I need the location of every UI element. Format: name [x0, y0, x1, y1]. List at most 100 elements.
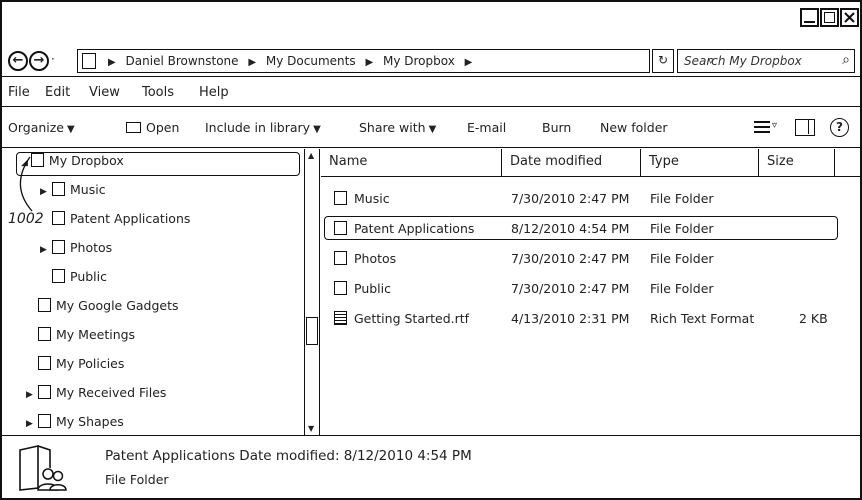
preview-pane-icon[interactable] [795, 119, 815, 136]
expand-arrow-icon[interactable]: ▶ [26, 390, 38, 400]
file-row[interactable]: Photos 7/30/2010 2:47 PM File Folder [321, 245, 860, 271]
forward-button[interactable]: → [29, 51, 49, 71]
folder-icon [82, 53, 96, 69]
file-type: File Folder [650, 191, 714, 206]
close-button[interactable] [840, 8, 859, 27]
file-type: File Folder [650, 281, 714, 296]
address-bar[interactable]: ▶ Daniel Brownstone ▶ My Documents ▶ My … [77, 49, 714, 73]
recent-pages-dropdown[interactable]: · [51, 52, 55, 66]
tree-item-my-received-files[interactable]: ▶ My Received Files [26, 385, 166, 411]
breadcrumb-separator-icon: ▶ [248, 57, 257, 68]
forward-arrow-icon: → [33, 53, 45, 68]
chevron-down-icon: ▼ [67, 124, 75, 135]
organize-label: Organize [8, 120, 64, 135]
share-label: Share with [359, 120, 426, 135]
column-header-type[interactable]: Type [641, 149, 759, 177]
folder-icon [334, 191, 347, 206]
file-name: Getting Started.rtf [354, 311, 470, 326]
include-in-library-button[interactable]: Include in library ▼ [205, 120, 321, 135]
close-icon [844, 12, 855, 23]
file-date: 8/12/2010 4:54 PM [511, 221, 630, 236]
column-header-name[interactable]: Name [321, 149, 502, 177]
scroll-up-icon[interactable]: ▲ [308, 151, 314, 160]
file-date: 7/30/2010 2:47 PM [511, 191, 630, 206]
tree-item-my-google-gadgets[interactable]: My Google Gadgets [38, 298, 179, 324]
folder-icon [334, 221, 347, 236]
folder-icon [52, 240, 65, 254]
minimize-button[interactable] [800, 8, 819, 27]
breadcrumb-item[interactable]: My Documents [266, 54, 356, 68]
tree-item-label: Public [70, 269, 107, 284]
tree-item-label: My Meetings [56, 327, 136, 342]
scroll-thumb[interactable] [306, 317, 318, 345]
tree-item-patent-applications[interactable]: Patent Applications [52, 211, 190, 237]
file-row[interactable]: Getting Started.rtf 4/13/2010 2:31 PM Ri… [321, 305, 860, 331]
view-options-icon[interactable] [754, 121, 770, 135]
folder-icon [334, 281, 347, 296]
help-icon[interactable]: ? [830, 118, 849, 137]
new-folder-button[interactable]: New folder [600, 120, 668, 135]
column-header-size[interactable]: Size [759, 149, 835, 177]
menu-bar: File Edit View Tools Help [2, 79, 860, 107]
folder-icon [52, 269, 65, 283]
refresh-icon: ↻ [657, 53, 669, 67]
search-placeholder: Search My Dropbox [684, 54, 802, 68]
folder-icon [334, 251, 347, 266]
tree-item-label: My Policies [56, 356, 125, 371]
command-toolbar: Organize ▼ Open Include in library ▼ Share… [2, 108, 860, 148]
open-label: Open [146, 120, 180, 135]
scroll-down-icon[interactable]: ▼ [308, 424, 314, 433]
breadcrumb-item[interactable]: My Dropbox [383, 54, 455, 68]
expand-arrow-icon[interactable]: ▶ [40, 245, 52, 255]
email-button[interactable]: E-mail [467, 120, 506, 135]
title-bar [2, 2, 860, 42]
menu-file[interactable]: File [8, 85, 30, 100]
file-row[interactable]: Music 7/30/2010 2:47 PM File Folder [321, 185, 860, 211]
breadcrumb-separator-icon: ▶ [464, 57, 473, 68]
file-name: Photos [354, 251, 397, 266]
tree-item-label: My Google Gadgets [56, 298, 179, 313]
tree-item-my-meetings[interactable]: My Meetings [38, 327, 135, 353]
menu-edit[interactable]: Edit [45, 85, 70, 100]
chevron-down-icon[interactable]: ▿ [772, 120, 777, 131]
open-button[interactable]: Open [126, 120, 179, 135]
expand-arrow-icon[interactable]: ▶ [26, 419, 38, 429]
refresh-button[interactable]: ↻ [652, 49, 674, 73]
share-with-button[interactable]: Share with ▼ [359, 120, 436, 135]
tree-item-public[interactable]: Public [52, 269, 107, 295]
file-date: 7/30/2010 2:47 PM [511, 281, 630, 296]
document-icon [334, 311, 347, 326]
tree-item-label: Music [70, 182, 106, 197]
folder-icon [38, 298, 51, 312]
tree-item-photos[interactable]: ▶ Photos [40, 240, 112, 266]
file-name: Patent Applications [354, 221, 475, 236]
back-button[interactable]: ← [8, 51, 28, 71]
file-date: 7/30/2010 2:47 PM [511, 251, 630, 266]
menu-view[interactable]: View [89, 85, 120, 100]
column-header-date[interactable]: Date modified [502, 149, 641, 177]
tree-item-label: Patent Applications [70, 211, 191, 226]
folder-icon [38, 414, 51, 428]
tree-item-my-policies[interactable]: My Policies [38, 356, 124, 382]
chevron-down-icon: ▼ [428, 124, 437, 135]
organize-button[interactable]: Organize ▼ [8, 120, 75, 135]
menu-tools[interactable]: Tools [142, 85, 174, 100]
breadcrumb-item[interactable]: Daniel Brownstone [126, 54, 239, 68]
file-list-pane: Name Date modified Type Size Music 7/30/… [321, 149, 860, 435]
breadcrumb: ▶ Daniel Brownstone ▶ My Documents ▶ My … [102, 54, 478, 68]
magnifier-icon[interactable]: ⌕ [842, 52, 850, 68]
maximize-button[interactable] [820, 8, 839, 27]
details-pane: Patent Applications Date modified: 8/12/… [2, 435, 860, 498]
explorer-window: ← → · ▶ Daniel Brownstone ▶ My Documents… [0, 0, 862, 500]
folder-icon [126, 122, 141, 133]
navigation-scrollbar[interactable]: ▲ ▼ [304, 149, 320, 435]
burn-button[interactable]: Burn [542, 120, 571, 135]
include-label: Include in library [205, 120, 311, 135]
breadcrumb-separator-icon: ▶ [108, 57, 116, 68]
search-input[interactable]: Search My Dropbox ⌕ [677, 49, 855, 73]
menu-help[interactable]: Help [199, 85, 229, 100]
file-row[interactable]: Public 7/30/2010 2:47 PM File Folder [321, 275, 860, 301]
file-type: Rich Text Format [650, 311, 755, 326]
file-row-selected[interactable]: Patent Applications 8/12/2010 4:54 PM Fi… [321, 215, 860, 241]
folder-icon [38, 385, 51, 399]
